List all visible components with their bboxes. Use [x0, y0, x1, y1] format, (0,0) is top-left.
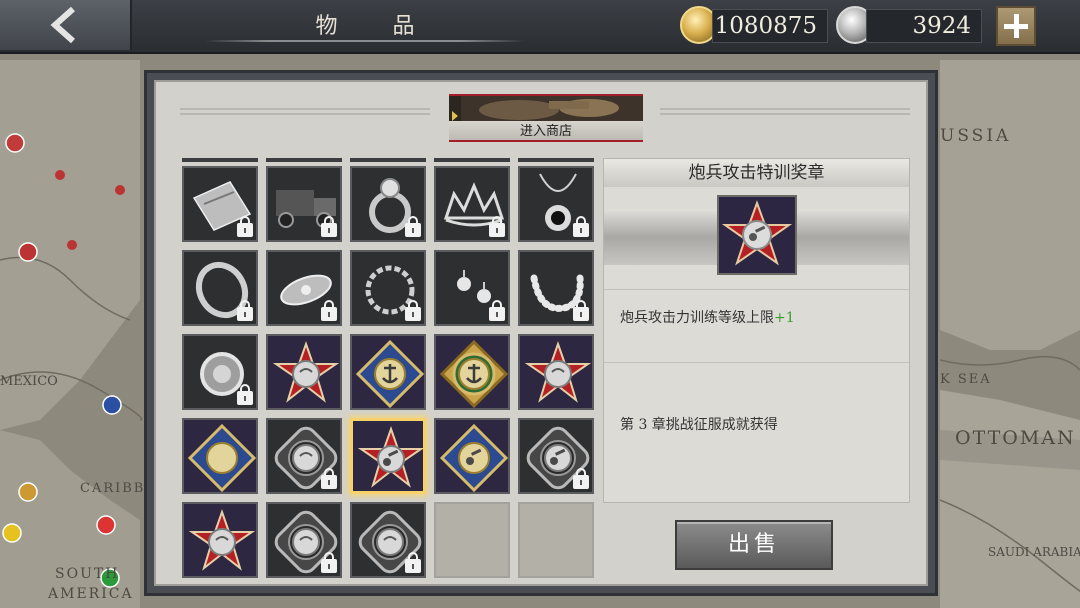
- map-label-mexico: MEXICO: [0, 374, 58, 389]
- map-label-america: AMERICA: [47, 586, 134, 602]
- back-button[interactable]: [0, 0, 132, 50]
- inventory-slot[interactable]: [350, 334, 426, 410]
- scrolled-row-edge: [266, 158, 342, 162]
- inventory-slot[interactable]: [434, 418, 510, 494]
- inventory-slot[interactable]: [434, 334, 510, 410]
- lock-icon: [321, 300, 337, 321]
- item-source: 第 3 章挑战征服成就获得: [620, 417, 778, 433]
- inventory-slot[interactable]: [182, 418, 258, 494]
- lock-icon: [237, 300, 253, 321]
- top-bar: 物 品 1080875 3924: [0, 0, 1080, 54]
- red-star-medal-icon: [520, 336, 592, 408]
- item-name: 炮兵攻击特训奖章: [604, 159, 909, 187]
- inventory-slot[interactable]: [434, 166, 510, 242]
- scrolled-row-edge: [518, 158, 594, 162]
- blue-medal-icon: [184, 420, 256, 492]
- lock-icon: [573, 216, 589, 237]
- inventory-slot[interactable]: [266, 334, 342, 410]
- lock-icon: [237, 384, 253, 405]
- inventory-slot[interactable]: [350, 250, 426, 326]
- inventory-slot[interactable]: [182, 166, 258, 242]
- lock-icon: [321, 552, 337, 573]
- header-ornament-right: [660, 108, 910, 120]
- scrolled-row-edge: [350, 158, 426, 162]
- inventory-slot[interactable]: [518, 334, 594, 410]
- green-anchor-medal-icon: [436, 336, 508, 408]
- lock-icon: [489, 216, 505, 237]
- inventory-slot[interactable]: [350, 502, 426, 578]
- empty-inventory-slot[interactable]: [434, 502, 510, 578]
- red-star-cannon-medal-icon: [719, 197, 795, 273]
- inventory-slot[interactable]: [266, 166, 342, 242]
- detail-separator: [604, 289, 909, 290]
- inventory-slot[interactable]: [518, 166, 594, 242]
- map-label-caribbean: CARIBB: [80, 481, 145, 496]
- inventory-slot[interactable]: [266, 418, 342, 494]
- sell-button[interactable]: 出售: [675, 520, 833, 570]
- detail-separator: [604, 362, 909, 363]
- inventory-slot[interactable]: [182, 334, 258, 410]
- back-arrow-icon: [50, 6, 75, 44]
- lock-icon: [405, 216, 421, 237]
- gold-balance: 1080875: [712, 9, 828, 43]
- lock-icon: [405, 300, 421, 321]
- scrolled-row-edge: [434, 158, 510, 162]
- header-ornament-left: [180, 108, 430, 120]
- inventory-slot[interactable]: [266, 502, 342, 578]
- inventory-panel: 进入商店 炮兵攻击特训奖章 炮兵攻击力训练等级上限+1 第 3 章挑战征服成就获…: [144, 70, 938, 596]
- item-detail-panel: 炮兵攻击特训奖章 炮兵攻击力训练等级上限+1 第 3 章挑战征服成就获得: [603, 158, 910, 503]
- red-star-medal-icon: [184, 504, 256, 576]
- map-label-saudi: SAUDI ARABIA: [988, 545, 1080, 559]
- item-effect-text: 炮兵攻击力训练等级上限: [620, 310, 774, 326]
- title-divider: [205, 40, 525, 42]
- inventory-panel-body: 进入商店 炮兵攻击特训奖章 炮兵攻击力训练等级上限+1 第 3 章挑战征服成就获…: [154, 80, 928, 586]
- blue-anchor-medal-icon: [352, 336, 424, 408]
- inventory-slot[interactable]: [518, 418, 594, 494]
- medal-balance: 3924: [866, 9, 982, 43]
- item-effect: 炮兵攻击力训练等级上限+1: [620, 307, 795, 327]
- lock-icon: [321, 216, 337, 237]
- map-label-russia: USSIA: [940, 126, 1011, 146]
- red-star-cannon-medal-icon: [353, 421, 423, 491]
- page-title: 物 品: [315, 14, 439, 39]
- map-label-ottoman: OTTOMAN: [955, 427, 1076, 449]
- item-detail-icon: [717, 195, 797, 275]
- inventory-slot[interactable]: [518, 250, 594, 326]
- inventory-slot[interactable]: [266, 250, 342, 326]
- inventory-slot[interactable]: [182, 502, 258, 578]
- empty-inventory-slot[interactable]: [518, 502, 594, 578]
- enter-shop-button[interactable]: 进入商店: [449, 94, 643, 142]
- lock-icon: [321, 468, 337, 489]
- scrolled-row-edge: [182, 158, 258, 162]
- inventory-slot[interactable]: [434, 250, 510, 326]
- red-star-medal-icon: [268, 336, 340, 408]
- map-label-black-sea: K SEA: [940, 372, 992, 387]
- lock-icon: [237, 216, 253, 237]
- inventory-grid: [182, 158, 602, 588]
- lock-icon: [573, 300, 589, 321]
- inventory-slot[interactable]: [182, 250, 258, 326]
- map-label-south: SOUTH: [55, 566, 119, 582]
- inventory-slot[interactable]: [350, 166, 426, 242]
- blue-cannon-medal-icon: [436, 420, 508, 492]
- lock-icon: [489, 300, 505, 321]
- item-effect-bonus: +1: [774, 310, 795, 326]
- lock-icon: [573, 468, 589, 489]
- enter-shop-label: 进入商店: [519, 124, 572, 139]
- lock-icon: [405, 552, 421, 573]
- add-currency-button[interactable]: [996, 6, 1036, 46]
- inventory-slot[interactable]: [350, 418, 426, 494]
